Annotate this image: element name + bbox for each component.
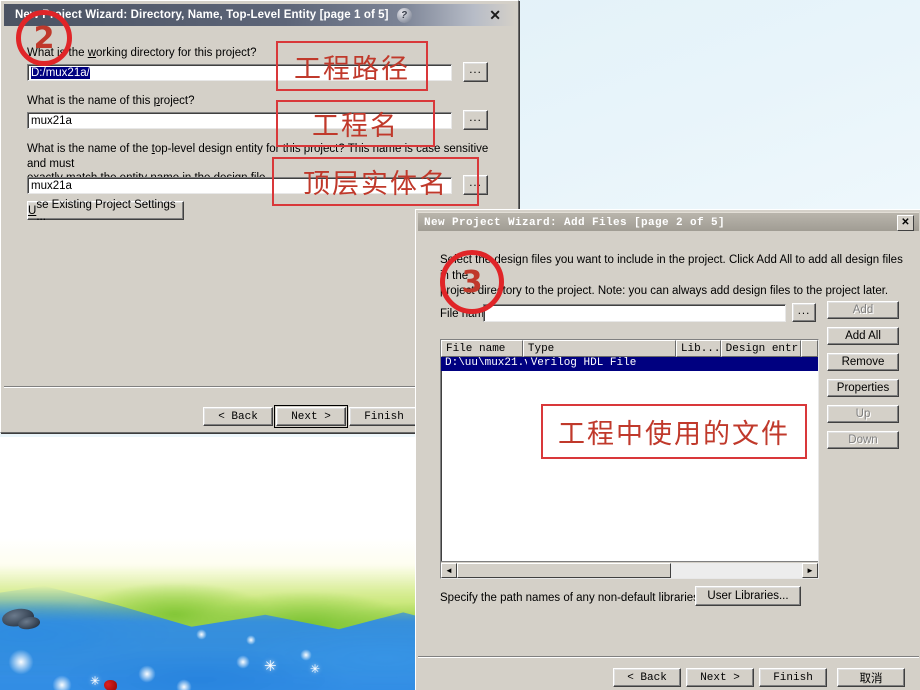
- add-files-desc-line2: project directory to the project. Note: …: [440, 285, 889, 298]
- column-header-file-name[interactable]: File name: [441, 340, 523, 357]
- close-icon[interactable]: ✕: [489, 7, 501, 24]
- dialog1-title: New Project Wizard: Directory, Name, Top…: [15, 9, 389, 21]
- file-list-header-row: File name Type Lib... Design entr...: [441, 340, 818, 357]
- deco-sparkle: [246, 635, 256, 645]
- dialog2-title: New Project Wizard: Add Files [page 2 of…: [424, 216, 726, 229]
- file-list-horizontal-scrollbar[interactable]: ◄ ►: [441, 561, 818, 578]
- project-name-question: What is the name of this project?: [27, 94, 195, 109]
- working-directory-question: What is the working directory for this p…: [27, 46, 256, 61]
- user-libraries-note: Specify the path names of any non-defaul…: [440, 592, 703, 604]
- working-directory-browse-button[interactable]: ...: [463, 62, 488, 82]
- deco-star: ✳: [90, 674, 101, 688]
- dialog2-footer-divider: [418, 656, 919, 658]
- cell-type: Verilog HDL File: [530, 357, 637, 369]
- cell-design-entry: [734, 357, 818, 371]
- down-button[interactable]: Down: [827, 431, 899, 449]
- cell-file-name: D:\uu\mux21.v: [445, 357, 527, 369]
- cell-library: [687, 357, 734, 371]
- deco-sparkle: [138, 665, 156, 683]
- remove-button[interactable]: Remove: [827, 353, 899, 371]
- top-entity-input[interactable]: mux21a: [27, 177, 452, 194]
- dialog1-back-button[interactable]: < Back: [203, 407, 273, 426]
- working-directory-input[interactable]: D:/mux21a/: [27, 64, 452, 81]
- table-row[interactable]: D:\uu\mux21.v Verilog HDL File: [441, 357, 818, 371]
- te-q-a: What is the name of the: [27, 143, 152, 155]
- project-name-input[interactable]: mux21a: [27, 112, 452, 129]
- deco-sparkle: [300, 649, 312, 661]
- dialog1-title-bar[interactable]: New Project Wizard: Directory, Name, Top…: [4, 4, 515, 26]
- wd-q-pre: What is the: [27, 47, 88, 59]
- top-entity-browse-button[interactable]: ...: [463, 175, 488, 195]
- dialog2-title-bar[interactable]: New Project Wizard: Add Files [page 2 of…: [418, 212, 919, 232]
- column-header-design-entry[interactable]: Design entr...: [720, 340, 801, 357]
- scroll-right-arrow-icon[interactable]: ►: [802, 562, 818, 578]
- deco-sparkle: [8, 649, 34, 675]
- dialog1-finish-button[interactable]: Finish: [349, 407, 419, 426]
- screenshot-root: ✳ ✳ ✳ New Project Wizard: Directory, Nam…: [0, 0, 920, 690]
- dialog2-back-button[interactable]: < Back: [613, 668, 681, 687]
- properties-button[interactable]: Properties: [827, 379, 899, 397]
- add-files-desc-line1: Select the design files you want to incl…: [440, 254, 903, 282]
- deco-red-flower: [104, 680, 117, 690]
- deco-star: ✳: [310, 662, 321, 676]
- add-files-description: Select the design files you want to incl…: [440, 253, 905, 300]
- project-name-value: mux21a: [31, 114, 72, 127]
- working-directory-value: D:/mux21a/: [31, 66, 90, 79]
- deco-star: ✳: [264, 658, 277, 675]
- add-button[interactable]: Add: [827, 301, 899, 319]
- dialog1-next-button[interactable]: Next >: [274, 405, 348, 428]
- new-project-wizard-page2-dialog: New Project Wizard: Add Files [page 2 of…: [415, 209, 920, 690]
- add-all-button[interactable]: Add All: [827, 327, 899, 345]
- scrollbar-track[interactable]: [457, 562, 802, 578]
- deco-sparkle: [52, 675, 72, 690]
- wd-q-post: orking directory for this project?: [96, 47, 257, 59]
- deco-sparkle: [196, 629, 207, 640]
- design-files-list[interactable]: File name Type Lib... Design entr... D:\…: [440, 339, 819, 579]
- dialog2-finish-button[interactable]: Finish: [759, 668, 827, 687]
- scrollbar-thumb[interactable]: [457, 562, 671, 578]
- file-name-browse-button[interactable]: ...: [792, 303, 816, 322]
- pn-q-post: roject?: [159, 95, 195, 107]
- dialog2-next-button[interactable]: Next >: [686, 668, 754, 687]
- user-libraries-button[interactable]: User Libraries...: [695, 586, 801, 606]
- file-name-input[interactable]: [483, 304, 786, 322]
- close-icon[interactable]: ✕: [897, 214, 914, 231]
- use-existing-label: se Existing Project Settings ...: [36, 198, 176, 223]
- dialog2-body: Select the design files you want to incl…: [418, 231, 919, 689]
- decorative-watercolor-image: ✳ ✳ ✳: [0, 437, 420, 690]
- help-icon[interactable]: ?: [396, 7, 412, 23]
- dialog2-cancel-button[interactable]: 取消: [837, 668, 905, 687]
- scroll-left-arrow-icon[interactable]: ◄: [441, 562, 457, 578]
- project-name-browse-button[interactable]: ...: [463, 110, 488, 130]
- column-header-library[interactable]: Lib...: [675, 340, 721, 357]
- use-existing-project-settings-button[interactable]: Use Existing Project Settings ...: [27, 198, 184, 223]
- top-entity-value: mux21a: [31, 179, 72, 192]
- deco-sparkle: [236, 655, 250, 669]
- column-header-extra[interactable]: [800, 340, 818, 357]
- deco-sparkle: [176, 679, 192, 690]
- up-button[interactable]: Up: [827, 405, 899, 423]
- pn-q-pre: What is the name of this: [27, 95, 154, 107]
- column-header-type[interactable]: Type: [522, 340, 676, 357]
- wd-q-underline: w: [87, 47, 97, 59]
- use-existing-underline: U: [28, 204, 37, 217]
